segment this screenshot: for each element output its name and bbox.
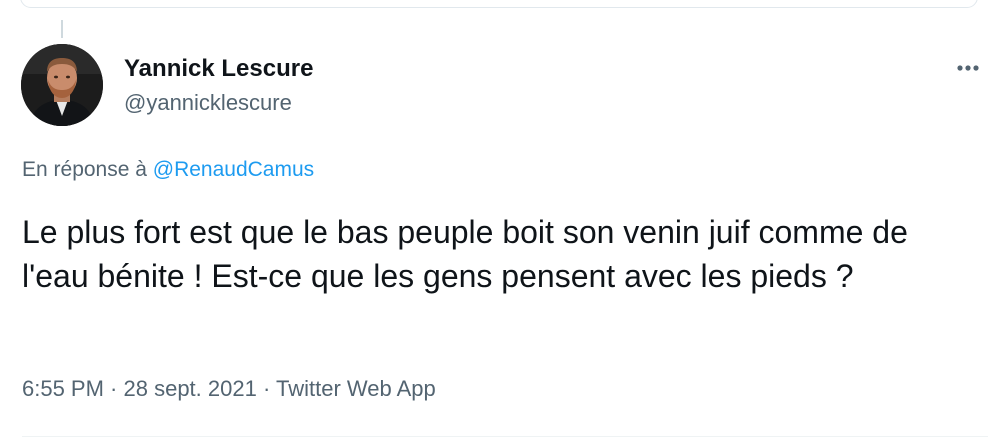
tweet-time-link[interactable]: 6:55 PM xyxy=(22,376,104,401)
previous-tweet-card-edge xyxy=(20,0,978,8)
tweet-metadata: 6:55 PM · 28 sept. 2021 · Twitter Web Ap… xyxy=(22,376,436,402)
tweet-source-link[interactable]: Twitter Web App xyxy=(276,376,436,401)
reply-prefix: En réponse à xyxy=(22,158,153,181)
more-horizontal-icon xyxy=(957,65,979,71)
thread-connector-line xyxy=(61,20,63,38)
meta-separator: · xyxy=(256,376,276,401)
reply-mention-link[interactable]: @RenaudCamus xyxy=(153,158,314,181)
more-options-button[interactable] xyxy=(948,56,988,80)
reply-context: En réponse à @RenaudCamus xyxy=(22,158,314,182)
divider xyxy=(22,436,988,437)
meta-separator: · xyxy=(103,376,124,401)
avatar[interactable] xyxy=(21,44,103,126)
tweet-text: Le plus fort est que le bas peuple boit … xyxy=(22,214,908,294)
tweet-date-link[interactable]: 28 sept. 2021 xyxy=(124,376,257,401)
author-display-name[interactable]: Yannick Lescure xyxy=(124,55,313,83)
avatar-image xyxy=(21,44,103,126)
author-handle[interactable]: @yannicklescure xyxy=(124,90,292,116)
